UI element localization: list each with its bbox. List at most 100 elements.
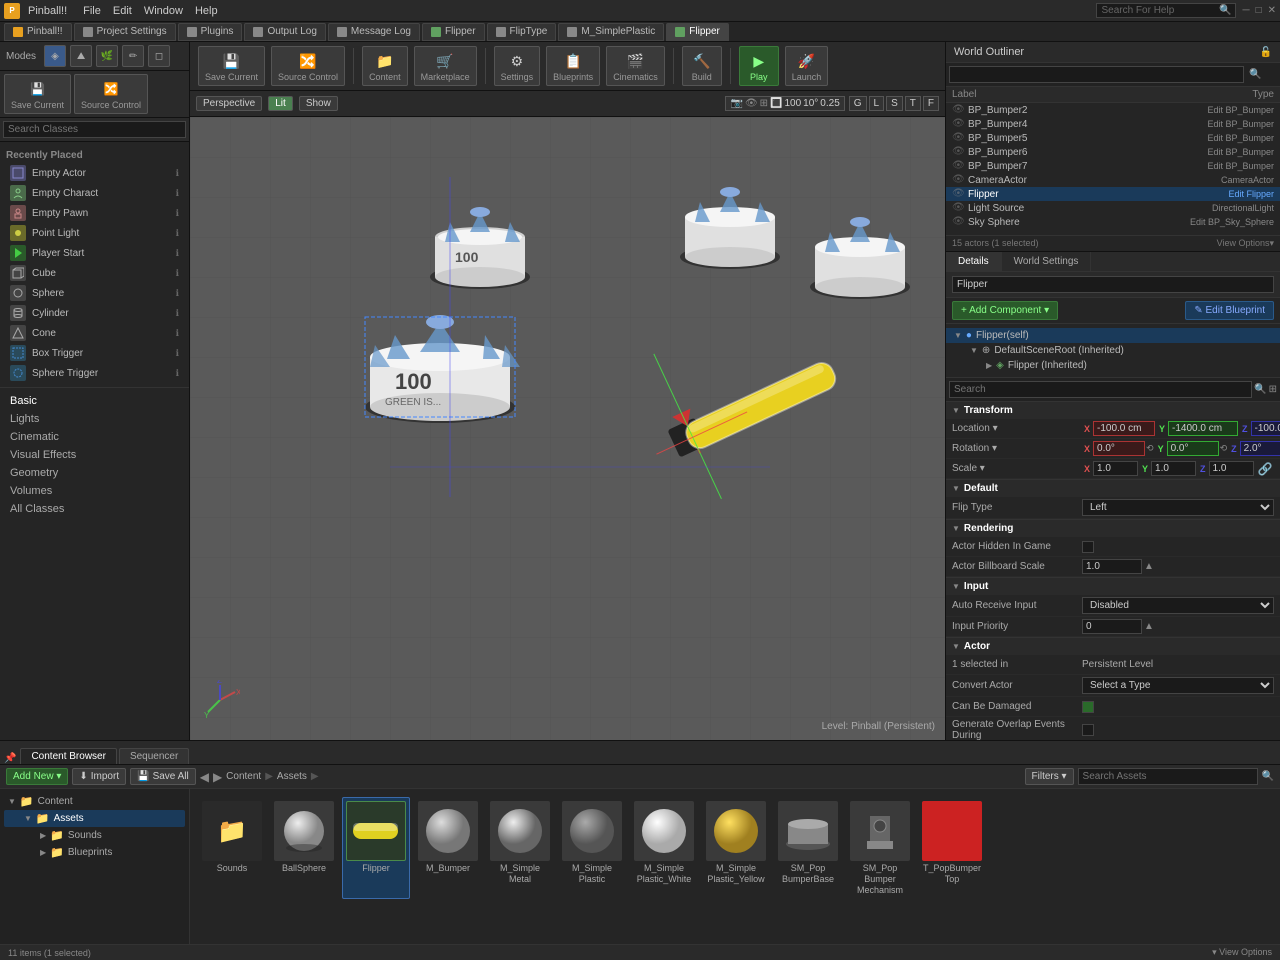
tab-flipper-1[interactable]: Flipper: [422, 23, 485, 41]
save-all-btn[interactable]: 💾 Save All: [130, 768, 196, 785]
input-priority-arrow[interactable]: ▲: [1144, 621, 1154, 632]
mode-btn-geometry[interactable]: ◻: [148, 45, 170, 67]
comp-flipper-inherited[interactable]: ▶ ◈ Flipper (Inherited): [946, 358, 1280, 373]
rotation-y-btn[interactable]: ⟲: [1220, 443, 1228, 454]
vp-icon-5[interactable]: F: [923, 96, 939, 111]
tab-plugins[interactable]: Plugins: [178, 23, 243, 41]
breadcrumb-content[interactable]: Content: [226, 771, 261, 782]
input-header[interactable]: ▼ Input: [946, 578, 1280, 595]
rotation-y-input[interactable]: [1167, 441, 1219, 456]
comp-default-scene-root[interactable]: ▼ ⊕ DefaultSceneRoot (Inherited): [946, 343, 1280, 358]
toolbar-build[interactable]: 🔨 Build: [682, 46, 722, 86]
menu-window[interactable]: Window: [144, 5, 183, 17]
vp-icon-4[interactable]: T: [905, 96, 921, 111]
tab-details[interactable]: Details: [946, 252, 1002, 271]
minimize-btn[interactable]: ─: [1242, 5, 1249, 16]
outliner-search-input[interactable]: [949, 66, 1244, 83]
details-filter-icon[interactable]: ⊞: [1269, 384, 1277, 395]
place-item-point-light[interactable]: Point Light ℹ: [6, 223, 183, 243]
toolbar-launch[interactable]: 🚀 Launch: [785, 46, 829, 86]
billboard-scale-input[interactable]: [1082, 559, 1142, 574]
filters-btn[interactable]: Filters ▾: [1025, 768, 1074, 785]
search-for-help-input[interactable]: Search For Help: [1101, 5, 1219, 16]
vp-icon-3[interactable]: S: [886, 96, 903, 111]
tab-fliptype[interactable]: FlipType: [487, 23, 557, 41]
folder-assets[interactable]: ▼ 📁 Assets: [4, 810, 185, 827]
maximize-btn[interactable]: □: [1256, 5, 1262, 16]
viewport-show-btn[interactable]: Show: [299, 96, 338, 111]
actor-name-input[interactable]: [952, 276, 1274, 293]
tab-output-log[interactable]: Output Log: [244, 23, 325, 41]
folder-content[interactable]: ▼ 📁 Content: [4, 793, 185, 810]
default-header[interactable]: ▼ Default: [946, 480, 1280, 497]
outliner-item-flipper[interactable]: 👁 Flipper Edit Flipper: [946, 187, 1280, 201]
tab-project-settings[interactable]: Project Settings: [74, 23, 176, 41]
rotation-x-input[interactable]: [1093, 441, 1145, 456]
toolbar-source-control[interactable]: 🔀 Source Control: [271, 46, 345, 86]
outliner-item-bumper7[interactable]: 👁 BP_Bumper7 Edit BP_Bumper: [946, 159, 1280, 173]
folder-blueprints[interactable]: ▶ 📁 Blueprints: [4, 844, 185, 861]
tab-content-browser[interactable]: Content Browser: [20, 748, 116, 764]
tab-simpleplastic[interactable]: M_SimplePlastic: [558, 23, 664, 41]
toolbar-source-btn[interactable]: 🔀 Source Control: [74, 74, 148, 114]
asset-m-bumper[interactable]: M_Bumper: [414, 797, 482, 899]
place-item-empty-charact[interactable]: Empty Charact ℹ: [6, 183, 183, 203]
outliner-item-bumper4[interactable]: 👁 BP_Bumper4 Edit BP_Bumper: [946, 117, 1280, 131]
location-y-input[interactable]: [1168, 421, 1238, 436]
generate-overlap-checkbox[interactable]: [1082, 724, 1094, 736]
toolbar-play[interactable]: ▶ Play: [739, 46, 779, 86]
menu-file[interactable]: File: [83, 5, 101, 17]
input-priority-input[interactable]: [1082, 619, 1142, 634]
details-search-input[interactable]: [949, 381, 1252, 398]
import-btn[interactable]: ⬇ Import: [72, 768, 126, 785]
toolbar-save-current[interactable]: 💾 Save Current: [198, 46, 265, 86]
details-search-icon[interactable]: 🔍: [1254, 384, 1266, 395]
mode-btn-select[interactable]: ◈: [44, 45, 66, 67]
outliner-item-sky-sphere[interactable]: 👁 Sky Sphere Edit BP_Sky_Sphere: [946, 215, 1280, 229]
place-item-box-trigger[interactable]: Box Trigger ℹ: [6, 343, 183, 363]
category-lights[interactable]: Lights: [0, 410, 189, 428]
place-item-empty-pawn[interactable]: Empty Pawn ℹ: [6, 203, 183, 223]
add-component-btn[interactable]: + Add Component ▾: [952, 301, 1058, 320]
location-x-input[interactable]: [1093, 421, 1155, 436]
location-z-input[interactable]: [1251, 421, 1280, 436]
cb-view-options[interactable]: ▾ View Options: [1212, 947, 1272, 958]
close-btn[interactable]: ✕: [1268, 5, 1276, 16]
asset-m-simple-plastic-yellow[interactable]: M_Simple Plastic_Yellow: [702, 797, 770, 899]
toolbar-marketplace[interactable]: 🛒 Marketplace: [414, 46, 477, 86]
tab-pinball[interactable]: Pinball!!: [4, 23, 72, 41]
category-geometry[interactable]: Geometry: [0, 464, 189, 482]
comp-flipper-self[interactable]: ▼ ● Flipper(self): [946, 328, 1280, 343]
asset-t-pop-bumper-top[interactable]: T_PopBumper Top: [918, 797, 986, 899]
vp-icon-1[interactable]: G: [849, 96, 867, 111]
add-new-btn[interactable]: Add New ▾: [6, 768, 68, 785]
scale-x-input[interactable]: [1093, 461, 1138, 476]
nav-back-btn[interactable]: ◀: [200, 770, 209, 784]
asset-m-simple-metal[interactable]: M_Simple Metal: [486, 797, 554, 899]
tab-message-log[interactable]: Message Log: [328, 23, 420, 41]
scale-chain-icon[interactable]: 🔗: [1258, 462, 1273, 476]
outliner-view-options[interactable]: View Options▾: [1217, 238, 1274, 249]
place-item-cube[interactable]: Cube ℹ: [6, 263, 183, 283]
category-cinematic[interactable]: Cinematic: [0, 428, 189, 446]
asset-m-simple-plastic[interactable]: M_Simple Plastic: [558, 797, 626, 899]
category-basic[interactable]: Basic: [0, 392, 189, 410]
breadcrumb-assets[interactable]: Assets: [277, 771, 307, 782]
actor-header[interactable]: ▼ Actor: [946, 638, 1280, 655]
rotation-x-btn[interactable]: ⟲: [1146, 443, 1154, 454]
edit-blueprint-btn[interactable]: ✎ Edit Blueprint: [1185, 301, 1274, 320]
transform-header[interactable]: ▼ Transform: [946, 402, 1280, 419]
toolbar-blueprints[interactable]: 📋 Blueprints: [546, 46, 600, 86]
rendering-header[interactable]: ▼ Rendering: [946, 520, 1280, 537]
category-all-classes[interactable]: All Classes: [0, 500, 189, 518]
vp-icon-2[interactable]: L: [869, 96, 885, 111]
toolbar-cinematics[interactable]: 🎬 Cinematics: [606, 46, 665, 86]
asset-sm-pop-bumper-mech[interactable]: SM_Pop Bumper Mechanism: [846, 797, 914, 899]
place-item-sphere-trigger[interactable]: Sphere Trigger ℹ: [6, 363, 183, 383]
toolbar-settings[interactable]: ⚙ Settings: [494, 46, 541, 86]
can-be-damaged-checkbox[interactable]: [1082, 701, 1094, 713]
place-item-empty-actor[interactable]: Empty Actor ℹ: [6, 163, 183, 183]
mode-btn-brush[interactable]: ✏: [122, 45, 144, 67]
cb-search-icon[interactable]: 🔍: [1262, 771, 1274, 782]
search-classes-input[interactable]: [3, 121, 186, 138]
